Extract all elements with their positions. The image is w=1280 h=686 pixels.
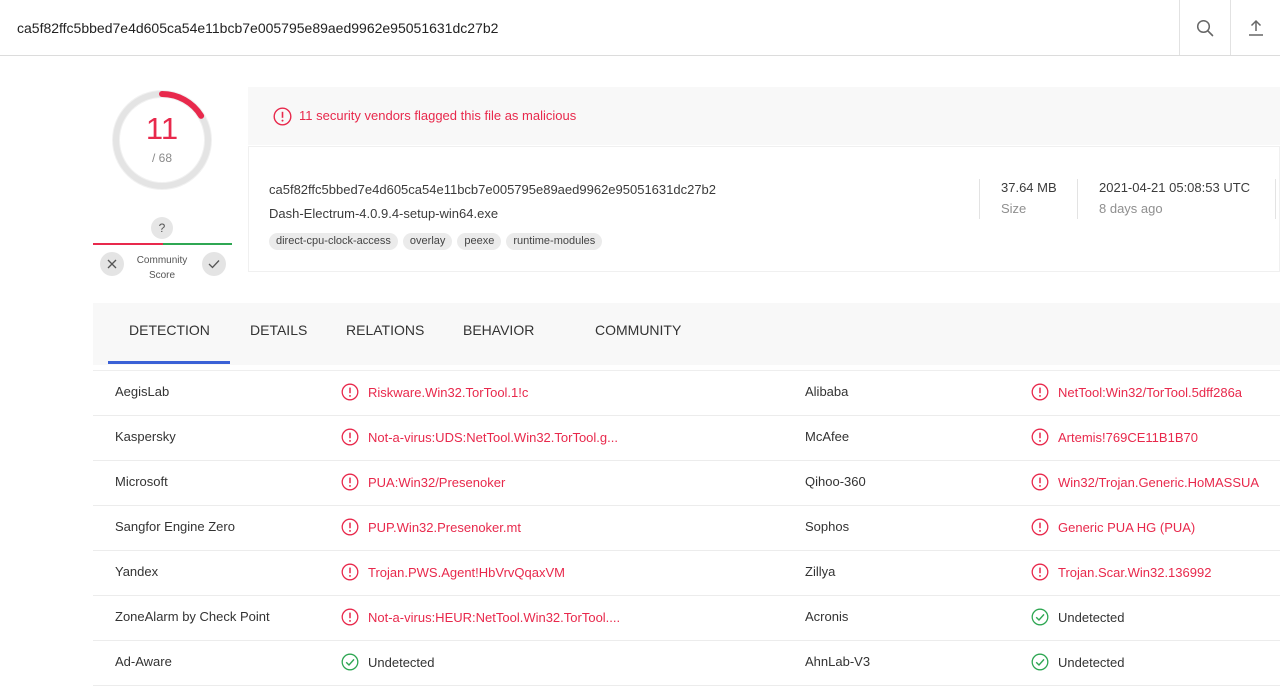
community-score-label: Community Score <box>126 253 198 283</box>
vote-harmless-button[interactable] <box>202 252 226 276</box>
community-negative-bar <box>93 243 163 245</box>
upload-button[interactable] <box>1230 0 1280 55</box>
detection-label: Trojan.Scar.Win32.136992 <box>1058 564 1212 580</box>
vendor-name: Zillya <box>805 564 836 579</box>
analysis-date-relative: 8 days ago <box>1099 201 1163 216</box>
detection-result: NetTool:Win32/TorTool.5dff286a <box>1031 383 1242 401</box>
alert-circle-icon <box>341 563 359 581</box>
analysis-date: 2021-04-21 05:08:53 UTC <box>1099 180 1251 195</box>
alert-circle-icon <box>341 473 359 491</box>
detection-label: Artemis!769CE11B1B70 <box>1058 429 1198 445</box>
alert-circle-icon <box>1031 428 1049 446</box>
search-input[interactable] <box>0 0 1178 55</box>
community-score-value: ? <box>151 217 173 239</box>
tab-behavior[interactable]: BEHAVIOR <box>463 322 534 338</box>
tag-chip[interactable]: runtime-modules <box>506 233 603 250</box>
divider <box>1275 179 1276 219</box>
active-tab-indicator <box>108 361 230 364</box>
divider <box>1077 179 1078 219</box>
search-button[interactable] <box>1179 0 1230 55</box>
checkmark-icon <box>208 260 220 269</box>
detection-result: PUP.Win32.Presenoker.mt <box>341 518 521 536</box>
detection-result: Win32/Trojan.Generic.HoMASSUA <box>1031 473 1259 491</box>
detection-result: Generic PUA HG (PUA) <box>1031 518 1195 536</box>
detection-result: Not-a-virus:HEUR:NetTool.Win32.TorTool..… <box>341 608 620 626</box>
tag-chip[interactable]: direct-cpu-clock-access <box>269 233 398 250</box>
vendor-name: McAfee <box>805 429 850 444</box>
detection-label: Generic PUA HG (PUA) <box>1058 519 1196 535</box>
vendor-name: AhnLab-V3 <box>805 654 871 669</box>
detection-result: Not-a-virus:UDS:NetTool.Win32.TorTool.g.… <box>341 428 618 446</box>
detection-label: Undetected <box>368 654 435 670</box>
alert-circle-icon <box>1031 383 1049 401</box>
vendor-name: Ad-Aware <box>115 654 172 669</box>
vendor-name: Microsoft <box>115 474 168 489</box>
detection-result: Undetected <box>341 653 435 671</box>
detection-label: Not-a-virus:UDS:NetTool.Win32.TorTool.g.… <box>368 429 618 445</box>
file-hash: ca5f82ffc5bbed7e4d605ca54e11bcb7e005795e… <box>269 182 717 197</box>
detection-result: Undetected <box>1031 608 1125 626</box>
vendor-name: Alibaba <box>805 384 849 399</box>
tag-chip[interactable]: overlay <box>402 233 453 250</box>
close-icon <box>107 259 117 269</box>
detection-label: PUP.Win32.Presenoker.mt <box>368 519 521 535</box>
community-label-line1: Community <box>136 255 188 266</box>
alert-circle-icon <box>341 428 359 446</box>
alert-message: 11 security vendors flagged this file as… <box>299 108 577 123</box>
detection-label: Trojan.PWS.Agent!HbVrvQqaxVM <box>368 564 565 580</box>
detection-label: NetTool:Win32/TorTool.5dff286a <box>1058 384 1243 400</box>
alert-circle-icon <box>341 383 359 401</box>
divider <box>979 179 980 219</box>
alert-circle-icon <box>273 107 292 126</box>
vendor-name: Sophos <box>805 519 850 534</box>
community-positive-bar <box>163 243 232 245</box>
check-circle-icon <box>341 653 359 671</box>
vendor-name: AegisLab <box>115 384 170 399</box>
detection-result: Trojan.PWS.Agent!HbVrvQqaxVM <box>341 563 565 581</box>
detection-label: Not-a-virus:HEUR:NetTool.Win32.TorTool..… <box>368 609 621 625</box>
detection-label: Riskware.Win32.TorTool.1!c <box>368 384 529 400</box>
detection-label: Undetected <box>1058 654 1125 670</box>
vendor-name: Sangfor Engine Zero <box>115 519 235 534</box>
alert-circle-icon <box>341 608 359 626</box>
alert-circle-icon <box>1031 473 1049 491</box>
file-tags: direct-cpu-clock-access overlay peexe ru… <box>269 233 603 250</box>
vote-harmful-button[interactable] <box>100 252 124 276</box>
file-size-label: Size <box>1001 201 1027 216</box>
detection-result: PUA:Win32/Presenoker <box>341 473 505 491</box>
detection-result: Riskware.Win32.TorTool.1!c <box>341 383 528 401</box>
community-label-line2: Score <box>148 270 176 281</box>
engine-total: / 68 <box>151 151 172 165</box>
search-icon <box>1196 19 1214 36</box>
vendor-name: ZoneAlarm by Check Point <box>115 609 270 624</box>
detection-result: Undetected <box>1031 653 1125 671</box>
file-size-value: 37.64 MB <box>1001 180 1057 195</box>
upload-icon <box>1249 19 1263 36</box>
detection-label: Win32/Trojan.Generic.HoMASSUA <box>1058 474 1260 490</box>
alert-circle-icon <box>1031 518 1049 536</box>
tab-details[interactable]: DETAILS <box>250 322 307 338</box>
detection-result: Trojan.Scar.Win32.136992 <box>1031 563 1211 581</box>
top-search-bar <box>0 0 1280 56</box>
detection-label: PUA:Win32/Presenoker <box>368 474 506 490</box>
vendor-name: Qihoo-360 <box>805 474 866 489</box>
alert-circle-icon <box>1031 563 1049 581</box>
tab-relations[interactable]: RELATIONS <box>346 322 424 338</box>
detection-result: Artemis!769CE11B1B70 <box>1031 428 1198 446</box>
tab-community[interactable]: COMMUNITY <box>595 322 681 338</box>
vendor-name: Acronis <box>805 609 849 624</box>
detection-label: Undetected <box>1058 609 1125 625</box>
vendor-name: Kaspersky <box>115 429 176 444</box>
check-circle-icon <box>1031 608 1049 626</box>
vendor-name: Yandex <box>115 564 159 579</box>
tag-chip[interactable]: peexe <box>457 233 502 250</box>
file-name: Dash-Electrum-4.0.9.4-setup-win64.exe <box>269 206 499 221</box>
tab-detection[interactable]: DETECTION <box>129 322 210 338</box>
detection-count: 11 <box>145 111 179 146</box>
alert-circle-icon <box>341 518 359 536</box>
check-circle-icon <box>1031 653 1049 671</box>
